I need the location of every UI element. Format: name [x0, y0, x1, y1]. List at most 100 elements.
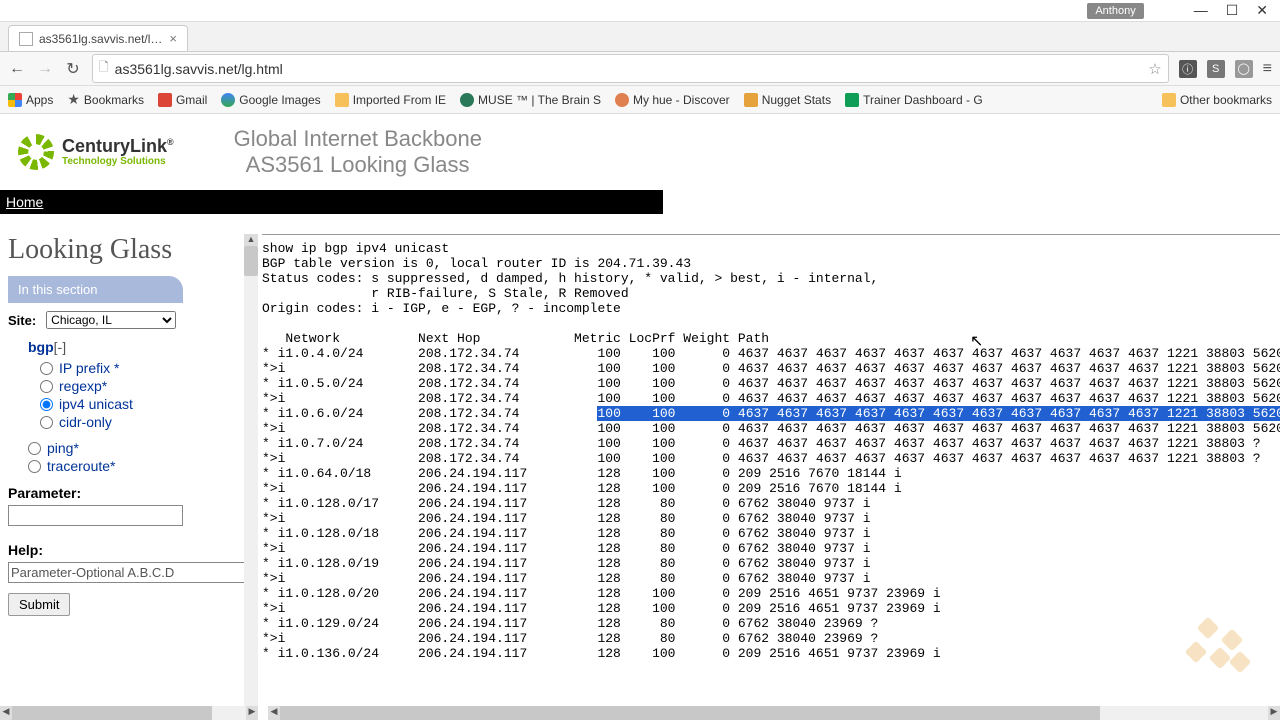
page-titles: Global Internet Backbone AS3561 Looking …	[234, 126, 482, 178]
output-panel: show ip bgp ipv4 unicast BGP table versi…	[262, 234, 1280, 720]
tab-favicon	[19, 32, 33, 46]
bookmark-label: Imported From IE	[353, 93, 446, 107]
site-label: Site:	[8, 313, 36, 328]
minimize-button[interactable]: —	[1194, 2, 1208, 19]
window-controls: — ☐ ✕	[1194, 2, 1268, 19]
tree-item-label: regexp*	[59, 378, 107, 394]
user-badge[interactable]: Anthony	[1087, 3, 1143, 19]
gmail-icon	[158, 93, 172, 107]
folder-icon	[335, 93, 349, 107]
bookmark-item[interactable]: Trainer Dashboard - G	[845, 93, 983, 107]
sidebar: Looking Glass In this section Site: Chic…	[0, 234, 256, 720]
tree-bgp-node[interactable]: bgp[-]	[28, 339, 248, 355]
scroll-left-icon[interactable]: ◀	[268, 706, 280, 720]
hue-icon	[615, 93, 629, 107]
apps-icon	[8, 93, 22, 107]
scroll-thumb[interactable]	[244, 246, 258, 276]
traceroute-radio[interactable]	[28, 460, 41, 473]
star-icon: ★	[67, 91, 80, 108]
bookmark-label: Bookmarks	[84, 93, 144, 107]
title-line-2: AS3561 Looking Glass	[246, 152, 482, 178]
parameter-input[interactable]	[8, 505, 183, 526]
brain-icon	[460, 93, 474, 107]
bookmark-item[interactable]: My hue - Discover	[615, 93, 730, 107]
brand-name: CenturyLink®	[62, 137, 174, 157]
scroll-left-icon[interactable]: ◀	[0, 706, 12, 720]
bookmark-item[interactable]: Gmail	[158, 93, 207, 107]
parameter-label: Parameter:	[8, 485, 248, 501]
help-input[interactable]	[8, 562, 248, 583]
ping-radio[interactable]	[28, 442, 41, 455]
bookmark-star-icon[interactable]: ☆	[1148, 60, 1161, 78]
browser-tab[interactable]: as3561lg.savvis.net/lg.htm ×	[8, 25, 188, 51]
browser-urlbar: ← → ↻ 🗋 as3561lg.savvis.net/lg.html ☆ ⓘ …	[0, 52, 1280, 86]
sidebar-hscrollbar[interactable]: ◀ ▶	[0, 706, 258, 720]
tree-traceroute-node[interactable]: traceroute*	[28, 457, 248, 475]
bookmark-label: My hue - Discover	[633, 93, 730, 107]
close-button[interactable]: ✕	[1256, 2, 1268, 19]
bgp-option-radio[interactable]	[40, 398, 53, 411]
tab-close-icon[interactable]: ×	[169, 31, 177, 46]
bookmark-item[interactable]: Imported From IE	[335, 93, 446, 107]
reload-button[interactable]: ↻	[64, 59, 82, 79]
scroll-right-icon[interactable]: ▶	[1268, 706, 1280, 720]
tree-toggle-icon[interactable]: [-]	[54, 339, 66, 355]
submit-button[interactable]: Submit	[8, 593, 70, 616]
site-select[interactable]: Chicago, IL	[46, 311, 176, 329]
extension-icon[interactable]: ⓘ	[1179, 60, 1197, 78]
bookmark-label: Gmail	[176, 93, 207, 107]
tree-ping-node[interactable]: ping*	[28, 439, 248, 457]
page-content: CenturyLink® Technology Solutions Global…	[0, 114, 1280, 720]
tree-bgp-child[interactable]: regexp*	[40, 377, 248, 395]
browser-menu-icon[interactable]: ≡	[1263, 60, 1272, 78]
bookmarks-bar: Apps ★ Bookmarks Gmail Google Images Imported…	[0, 86, 1280, 114]
bgp-option-radio[interactable]	[40, 362, 53, 375]
bookmark-label: Nugget Stats	[762, 93, 831, 107]
bookmark-label: MUSE ™ | The Brain S	[478, 93, 601, 107]
google-icon	[221, 93, 235, 107]
home-link[interactable]: Home	[6, 194, 43, 210]
forward-button[interactable]: →	[36, 60, 54, 78]
bookmark-item[interactable]: Google Images	[221, 93, 320, 107]
sheets-icon	[845, 93, 859, 107]
maximize-button[interactable]: ☐	[1226, 2, 1239, 19]
sidebar-scrollbar[interactable]: ▲ ▼	[244, 234, 258, 720]
browser-tabbar: as3561lg.savvis.net/lg.htm ×	[0, 22, 1280, 52]
other-bookmarks[interactable]: Other bookmarks	[1162, 93, 1272, 107]
back-button[interactable]: ←	[8, 60, 26, 78]
folder-icon	[1162, 93, 1176, 107]
bgp-output[interactable]: show ip bgp ipv4 unicast BGP table versi…	[262, 235, 1280, 661]
extension-icons: ⓘ S ◯ ≡	[1179, 60, 1272, 78]
tab-title: as3561lg.savvis.net/lg.htm	[39, 32, 163, 46]
tree-item-label: ipv4 unicast	[59, 396, 133, 412]
scroll-thumb[interactable]	[280, 706, 1100, 720]
scroll-right-icon[interactable]: ▶	[246, 706, 258, 720]
bgp-option-radio[interactable]	[40, 380, 53, 393]
help-label: Help:	[8, 542, 248, 558]
other-bookmarks-label: Other bookmarks	[1180, 93, 1272, 107]
bookmark-item[interactable]: Nugget Stats	[744, 93, 831, 107]
tree-item-label: IP prefix *	[59, 360, 119, 376]
logo-burst-icon	[18, 134, 54, 170]
tree-bgp-child[interactable]: cidr-only	[40, 413, 248, 431]
site-info-icon[interactable]: 🗋	[99, 58, 109, 79]
extension-icon[interactable]: S	[1207, 60, 1225, 78]
tree-bgp-child[interactable]: ipv4 unicast	[40, 395, 248, 413]
scroll-up-icon[interactable]: ▲	[244, 234, 258, 246]
bookmark-item[interactable]: Apps	[8, 93, 53, 107]
page-header: CenturyLink® Technology Solutions Global…	[0, 114, 1280, 190]
window-titlebar: Anthony — ☐ ✕	[0, 0, 1280, 22]
bgp-option-radio[interactable]	[40, 416, 53, 429]
nav-blackbar: Home	[0, 190, 663, 214]
bookmark-item[interactable]: ★ Bookmarks	[67, 91, 144, 108]
scroll-thumb[interactable]	[12, 706, 212, 720]
tree-bgp-child[interactable]: IP prefix *	[40, 359, 248, 377]
bookmark-item[interactable]: MUSE ™ | The Brain S	[460, 93, 601, 107]
url-input[interactable]: 🗋 as3561lg.savvis.net/lg.html ☆	[92, 54, 1169, 83]
output-hscrollbar[interactable]: ◀ ▶	[268, 706, 1280, 720]
section-tab: In this section	[8, 276, 183, 303]
title-line-1: Global Internet Backbone	[234, 126, 482, 152]
bookmark-label: Trainer Dashboard - G	[863, 93, 983, 107]
extension-icon[interactable]: ◯	[1235, 60, 1253, 78]
tree-item-label: cidr-only	[59, 414, 112, 430]
